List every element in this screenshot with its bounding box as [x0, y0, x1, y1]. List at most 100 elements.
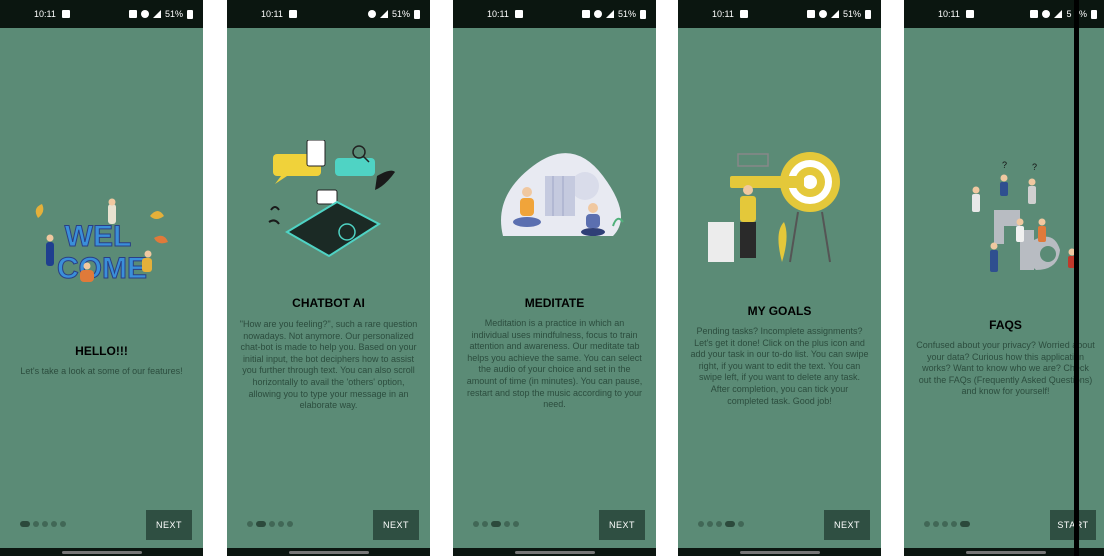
next-button[interactable]: NEXT	[373, 510, 419, 540]
page-dot	[287, 521, 293, 527]
status-bar: 10:11 51%	[453, 0, 656, 28]
screen-description: "How are you feeling?", such a rare ques…	[239, 319, 418, 411]
question-mark-2: ?	[1032, 162, 1037, 172]
clock: 10:11	[261, 9, 283, 19]
page-dot	[738, 521, 744, 527]
next-button[interactable]: NEXT	[599, 510, 645, 540]
signal-icon	[152, 10, 161, 18]
signal-icon	[605, 10, 614, 18]
vibrate-icon	[1042, 10, 1051, 18]
page-dot	[951, 521, 957, 527]
page-dot	[42, 521, 48, 527]
onboarding-screen-goals: 10:11 51% MY GOALS Pending tasks? Incomp…	[678, 0, 881, 556]
nfc-icon	[806, 10, 815, 18]
vibrate-icon	[140, 10, 149, 18]
battery-level: 51%	[391, 9, 410, 19]
status-bar: 10:11 51%	[678, 0, 881, 28]
home-indicator[interactable]	[288, 551, 369, 554]
screen-description: Meditation is a practice in which an ind…	[466, 318, 643, 410]
page-dot	[924, 521, 930, 527]
screen-title: MEDITATE	[524, 296, 585, 310]
navigation-bar	[453, 548, 656, 556]
onboarding-screen-hello: 10:11 51% WEL COME HELLO!!! Let's take a…	[0, 0, 203, 556]
nfc-icon	[1030, 10, 1039, 18]
page-dot	[504, 521, 510, 527]
page-dot	[20, 521, 30, 527]
page-dot	[256, 521, 266, 527]
signal-icon	[830, 10, 839, 18]
notification-icon	[288, 10, 297, 18]
page-dot	[942, 521, 948, 527]
page-dot	[716, 521, 722, 527]
nfc-icon	[581, 10, 590, 18]
page-dot	[33, 521, 39, 527]
next-button[interactable]: NEXT	[824, 510, 870, 540]
clock: 10:11	[34, 9, 56, 19]
battery-level: 51%	[617, 9, 636, 19]
notification-icon	[739, 10, 748, 18]
battery-icon	[1091, 9, 1097, 19]
navigation-bar	[227, 548, 430, 556]
home-indicator[interactable]	[61, 551, 142, 554]
signal-icon	[379, 10, 388, 18]
screen-description: Let's take a look at some of our feature…	[20, 366, 183, 376]
welcome-illustration: WEL COME	[35, 198, 168, 286]
clock: 10:11	[712, 9, 734, 19]
page-indicator	[473, 521, 519, 527]
clock: 10:11	[487, 9, 509, 19]
page-indicator	[698, 521, 744, 527]
faq-illustration: ? ?	[972, 160, 1076, 272]
navigation-bar	[678, 548, 881, 556]
status-bar: 10:11 51%	[0, 0, 203, 28]
notification-icon	[514, 10, 523, 18]
onboarding-screen-chatbot: 10:11 51% CHATBOT AI "How are you feelin…	[227, 0, 430, 556]
page-indicator	[247, 521, 293, 527]
vibrate-icon	[818, 10, 827, 18]
page-dot	[933, 521, 939, 527]
page-dot	[513, 521, 519, 527]
page-dot	[269, 521, 275, 527]
screen-title: HELLO!!!	[75, 344, 128, 358]
page-dot	[482, 521, 488, 527]
page-dot	[960, 521, 970, 527]
welcome-text-line1: WEL	[65, 220, 132, 253]
home-indicator[interactable]	[965, 551, 1046, 554]
goals-illustration	[708, 152, 840, 263]
battery-icon	[187, 9, 193, 19]
navigation-bar	[0, 548, 203, 556]
page-dot	[473, 521, 479, 527]
notification-icon	[61, 10, 70, 18]
start-button[interactable]: START	[1050, 510, 1096, 540]
page-indicator	[20, 521, 66, 527]
overlay-divider	[1074, 0, 1079, 556]
page-dot	[707, 521, 713, 527]
page-dot	[725, 521, 735, 527]
next-button[interactable]: NEXT	[146, 510, 192, 540]
status-bar: 10:11 51%	[227, 0, 430, 28]
home-indicator[interactable]	[514, 551, 595, 554]
page-dot	[491, 521, 501, 527]
page-dot	[60, 521, 66, 527]
signal-icon	[1054, 10, 1063, 18]
vibrate-icon	[367, 10, 376, 18]
battery-level: 51%	[842, 9, 861, 19]
page-dot	[51, 521, 57, 527]
screen-description: Pending tasks? Incomplete assignments? L…	[690, 326, 869, 406]
page-dot	[247, 521, 253, 527]
battery-icon	[640, 9, 646, 19]
battery-icon	[865, 9, 871, 19]
screen-description: Confused about your privacy? Worried abo…	[916, 340, 1095, 397]
chatbot-illustration	[268, 140, 395, 258]
battery-icon	[414, 9, 420, 19]
page-dot	[698, 521, 704, 527]
battery-level: 51%	[164, 9, 183, 19]
question-mark-1: ?	[1002, 160, 1007, 170]
page-dot	[278, 521, 284, 527]
clock: 10:11	[938, 9, 960, 19]
home-indicator[interactable]	[739, 551, 820, 554]
onboarding-screen-meditate: 10:11 51% MEDITATE Meditation is a pract…	[453, 0, 656, 556]
nfc-icon	[128, 10, 137, 18]
vibrate-icon	[593, 10, 602, 18]
screen-title: CHATBOT AI	[292, 296, 365, 310]
page-indicator	[924, 521, 970, 527]
